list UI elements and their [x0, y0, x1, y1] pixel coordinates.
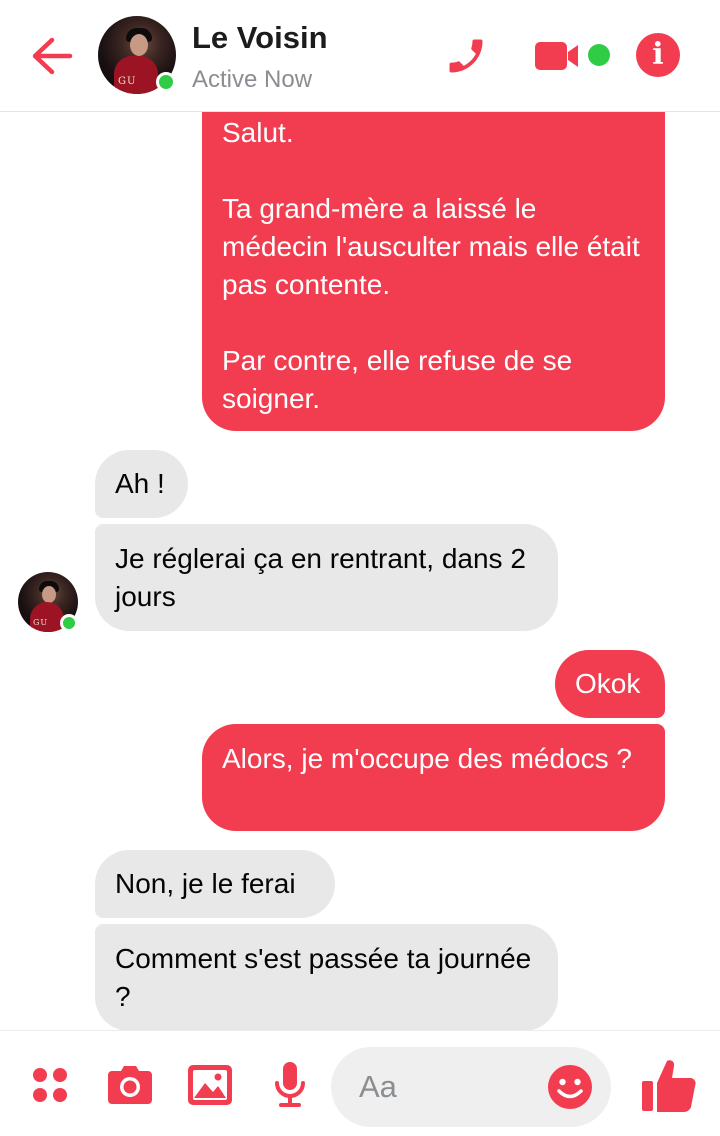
more-apps-button[interactable]	[26, 1061, 74, 1109]
microphone-icon	[275, 1062, 305, 1107]
avatar-logo-text: GU	[118, 76, 137, 87]
message-composer	[331, 1047, 611, 1127]
message-bubble-outgoing[interactable]: Okok	[555, 650, 665, 718]
back-arrow-icon	[32, 37, 73, 75]
more-apps-icon	[33, 1068, 67, 1102]
message-bubble-outgoing[interactable]: Salut. Ta grand-mère a laissé le médecin…	[202, 96, 665, 431]
message-bubble-outgoing[interactable]: Alors, je m'occupe des médocs ?	[202, 724, 665, 831]
online-indicator	[60, 614, 78, 632]
smiley-icon[interactable]	[547, 1064, 593, 1110]
camera-button[interactable]	[106, 1061, 154, 1109]
conversation-header: GU Le Voisin Active Now i	[0, 0, 720, 112]
video-camera-icon	[535, 42, 578, 70]
camera-icon	[108, 1066, 152, 1104]
video-active-dot	[588, 44, 610, 66]
message-bubble-incoming[interactable]: Non, je le ferai	[95, 850, 335, 918]
microphone-button[interactable]	[266, 1061, 314, 1109]
message-bubble-incoming[interactable]: Ah !	[95, 450, 188, 518]
contact-avatar[interactable]: GU	[98, 16, 176, 94]
message-input[interactable]	[359, 1067, 549, 1107]
avatar-logo-text: GU	[33, 618, 49, 627]
sender-avatar[interactable]: GU	[18, 572, 78, 632]
message-bubble-incoming[interactable]: Comment s'est passée ta journée ?	[95, 924, 558, 1031]
info-icon: i	[652, 37, 664, 72]
online-indicator	[156, 72, 176, 92]
video-call-button[interactable]	[530, 36, 584, 76]
gallery-icon	[188, 1065, 232, 1105]
voice-call-button[interactable]	[440, 32, 492, 80]
thumbs-up-icon[interactable]	[640, 1057, 698, 1113]
back-button[interactable]	[26, 30, 78, 82]
contact-name[interactable]: Le Voisin	[192, 20, 328, 56]
contact-status: Active Now	[192, 66, 313, 93]
message-bubble-incoming[interactable]: Je réglerai ça en rentrant, dans 2 jours	[95, 524, 558, 631]
info-button[interactable]: i	[636, 33, 680, 77]
phone-icon	[449, 39, 483, 73]
composer-bar	[0, 1030, 720, 1136]
gallery-button[interactable]	[186, 1061, 234, 1109]
